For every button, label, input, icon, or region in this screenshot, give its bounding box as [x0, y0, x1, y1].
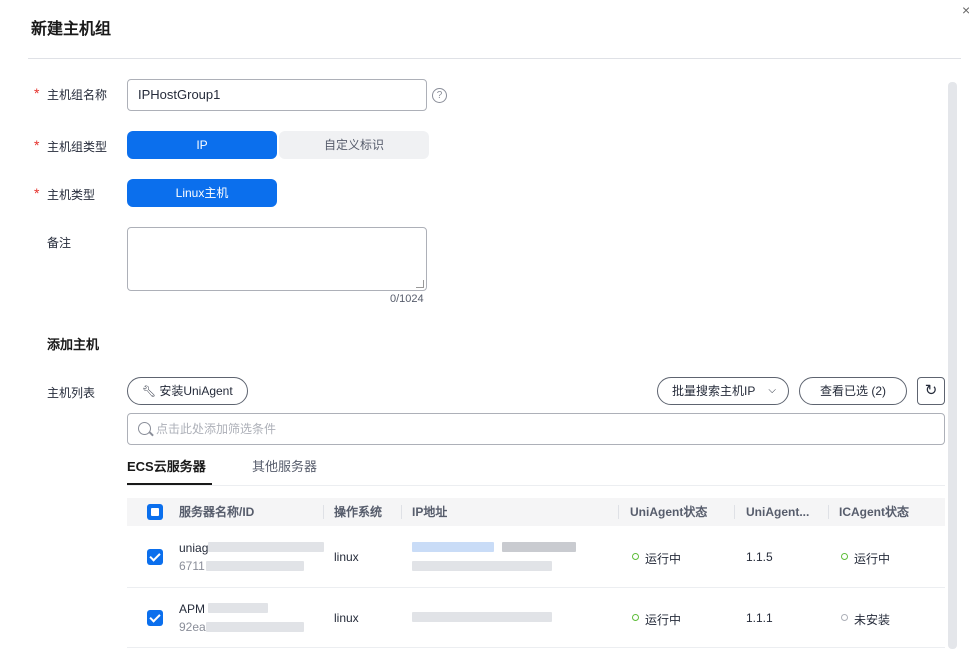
row-divider [127, 647, 945, 648]
redacted-id [206, 622, 304, 632]
tab-ecs-servers[interactable]: ECS云服务器 [127, 458, 206, 476]
required-mark: * [34, 137, 40, 153]
group-type-custom-option[interactable]: 自定义标识 [279, 131, 429, 159]
group-name-input[interactable]: IPHostGroup1 [127, 79, 427, 111]
status-dot-icon [632, 614, 639, 621]
column-os[interactable]: 操作系统 [334, 498, 382, 526]
title-divider [28, 58, 961, 59]
uniagent-version: 1.1.5 [746, 550, 773, 564]
batch-search-ip-dropdown[interactable]: 批量搜索主机IP ⌵ [657, 377, 789, 405]
filter-search-input[interactable]: 点击此处添加筛选条件 [127, 413, 945, 445]
uniagent-status: 运行中 [645, 613, 682, 627]
refresh-icon[interactable]: ↻ [917, 377, 945, 405]
server-id: 6711 [179, 559, 205, 573]
close-icon[interactable]: × [962, 0, 969, 20]
uniagent-status: 运行中 [645, 552, 682, 566]
row-divider [127, 587, 945, 588]
row-checkbox[interactable] [147, 610, 163, 626]
os-value: linux [334, 611, 359, 625]
chevron-down-icon: ⌵ [768, 385, 776, 396]
required-mark: * [34, 185, 40, 201]
host-type-linux-option[interactable]: Linux主机 [127, 179, 277, 207]
remark-textarea[interactable] [127, 227, 427, 291]
remark-label: 备注 [47, 236, 72, 250]
icagent-status: 运行中 [854, 552, 891, 566]
status-dot-icon [632, 553, 639, 560]
uniagent-version: 1.1.1 [746, 611, 773, 625]
column-icagent-status[interactable]: ICAgent状态 [839, 498, 909, 526]
tab-other-servers[interactable]: 其他服务器 [252, 458, 317, 476]
redacted-ip [502, 542, 576, 552]
redacted-ip [412, 612, 552, 622]
search-placeholder: 点击此处添加筛选条件 [156, 422, 277, 436]
group-type-label: * 主机组类型 [34, 137, 108, 154]
redacted-id [206, 561, 304, 571]
group-name-label: * 主机组名称 [34, 85, 108, 102]
os-value: linux [334, 550, 359, 564]
select-all-checkbox[interactable] [147, 504, 163, 520]
table-header: 服务器名称/ID 操作系统 IP地址 UniAgent状态 UniAgent..… [127, 498, 945, 526]
redacted-ip[interactable] [412, 542, 494, 552]
help-icon[interactable]: ? [432, 88, 447, 103]
char-counter: 0/1024 [390, 293, 424, 305]
install-uniagent-button[interactable]: 🔧︎ 安装UniAgent [127, 377, 248, 405]
column-uniagent-status[interactable]: UniAgent状态 [630, 498, 707, 526]
server-name: APM [179, 602, 206, 616]
column-ip[interactable]: IP地址 [412, 498, 447, 526]
redacted-ip [412, 561, 552, 571]
redacted-name [208, 603, 268, 613]
search-icon [138, 422, 151, 435]
dialog-title: 新建主机组 [31, 21, 112, 38]
server-name: uniag [179, 541, 209, 555]
server-id: 92ea [179, 620, 206, 634]
view-selected-button[interactable]: 查看已选 (2) [799, 377, 907, 405]
host-type-label: * 主机类型 [34, 185, 96, 202]
column-server-name[interactable]: 服务器名称/ID [179, 498, 254, 526]
redacted-name [208, 542, 324, 552]
status-dot-icon [841, 614, 848, 621]
row-checkbox[interactable] [147, 549, 163, 565]
icagent-status: 未安装 [854, 613, 891, 627]
tabs-divider [127, 485, 945, 486]
column-uniagent-version[interactable]: UniAgent... [746, 498, 828, 526]
wrench-icon: 🔧︎ [142, 386, 156, 398]
group-type-ip-option[interactable]: IP [127, 131, 277, 159]
add-host-section-title: 添加主机 [47, 337, 100, 352]
scrollbar[interactable] [948, 82, 957, 649]
status-dot-icon [841, 553, 848, 560]
host-list-label: 主机列表 [47, 386, 96, 400]
resize-handle-icon[interactable] [416, 280, 424, 288]
required-mark: * [34, 85, 40, 101]
